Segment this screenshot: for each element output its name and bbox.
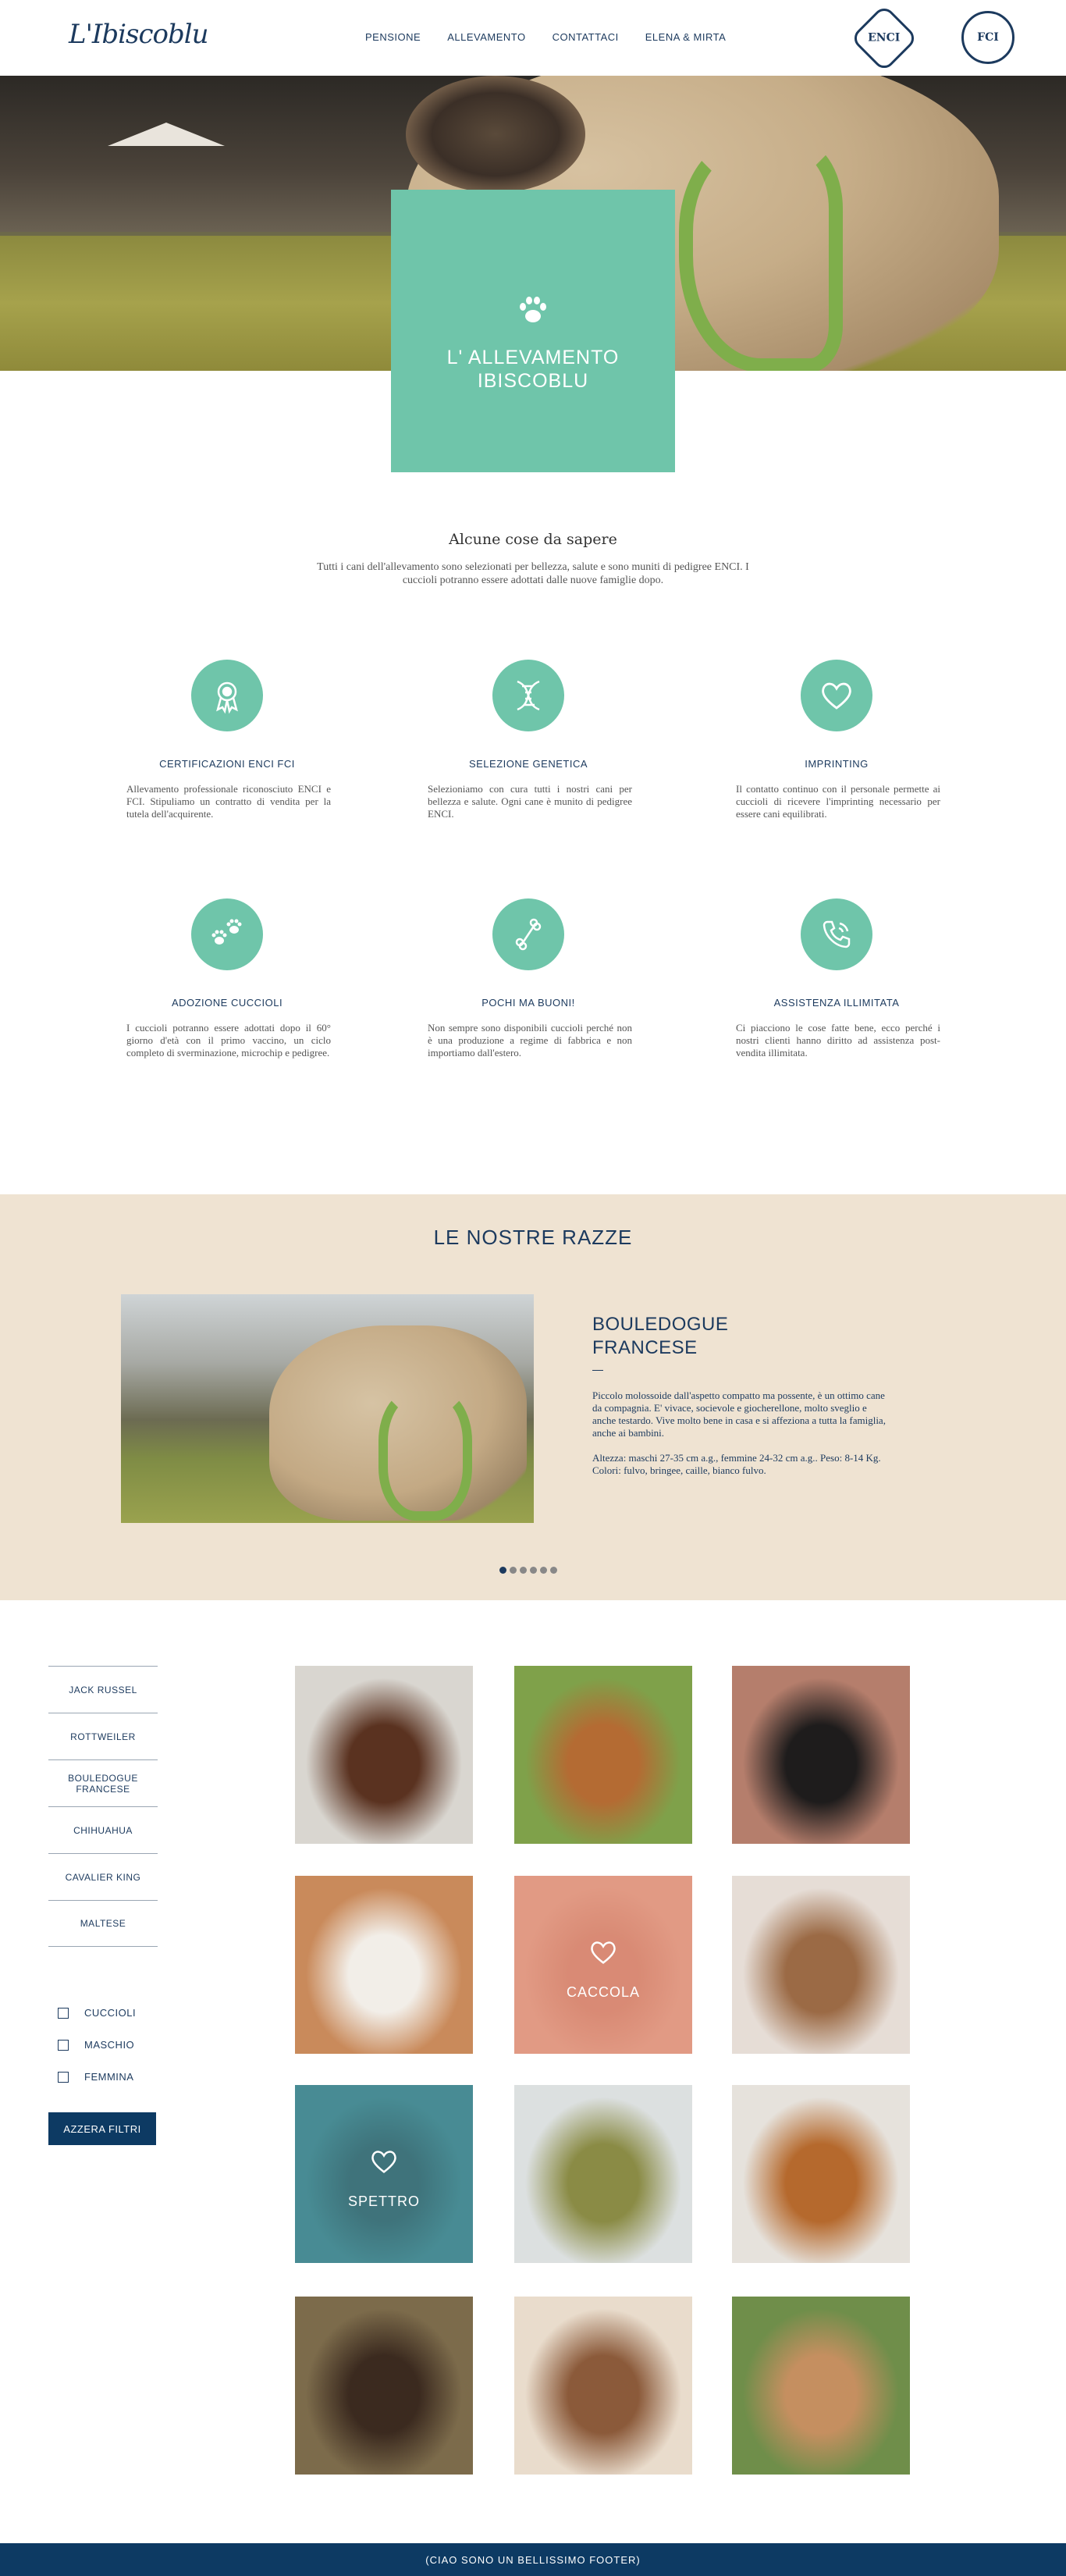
feature-title: ASSISTENZA ILLIMITATA <box>773 997 900 1009</box>
filter-cavalier-king[interactable]: CAVALIER KING <box>48 1853 158 1900</box>
nav-contattaci[interactable]: CONTATTACI <box>553 31 619 43</box>
feature-text: Non sempre sono disponibili cuccioli per… <box>428 1022 632 1059</box>
nav-allevamento[interactable]: ALLEVAMENTO <box>447 31 525 43</box>
breed-photo-harness <box>378 1388 472 1521</box>
carousel-dot[interactable] <box>540 1567 547 1574</box>
dog-card[interactable]: SPETTRO <box>295 2085 473 2263</box>
feature-title: IMPRINTING <box>805 758 869 770</box>
filter-chihuahua[interactable]: CHIHUAHUA <box>48 1806 158 1853</box>
checkbox-maschio[interactable]: MASCHIO <box>58 2029 136 2061</box>
filter-checkboxes: CUCCIOLI MASCHIO FEMMINA <box>58 1997 136 2093</box>
checkbox-label: MASCHIO <box>84 2039 135 2051</box>
enci-badge-label: ENCI <box>868 31 901 44</box>
feature-title: SELEZIONE GENETICA <box>468 758 588 770</box>
hero-title: L' ALLEVAMENTO IBISCOBLU <box>446 347 620 392</box>
feature-text: Selezioniamo con cura tutti i nostri can… <box>428 783 632 820</box>
breed-description-p1: Piccolo molossoide dall'aspetto compatto… <box>592 1389 886 1439</box>
award-icon <box>191 660 263 731</box>
feature-text: Allevamento professionale riconosciuto E… <box>126 783 331 820</box>
checkbox-cuccioli[interactable]: CUCCIOLI <box>58 1997 136 2029</box>
breed-name: BOULEDOGUE FRANCESE <box>592 1314 729 1358</box>
hero-card: L' ALLEVAMENTO IBISCOBLU <box>391 190 675 472</box>
dog-card-overlay: CACCOLA <box>514 1876 692 2054</box>
feature-title: POCHI MA BUONI! <box>481 997 575 1009</box>
feature-text: Ci piacciono le cose fatte bene, ecco pe… <box>736 1022 940 1059</box>
checkbox-femmina[interactable]: FEMMINA <box>58 2061 136 2093</box>
hero-dog-harness <box>679 138 843 371</box>
main-nav: PENSIONE ALLEVAMENTO CONTATTACI ELENA & … <box>365 31 752 43</box>
dog-card[interactable] <box>732 2297 910 2475</box>
filter-label: BOULEDOGUE FRANCESE <box>68 1772 138 1795</box>
paw-icon <box>516 293 550 335</box>
filter-jack-russel[interactable]: JACK RUSSEL <box>48 1666 158 1713</box>
checkbox[interactable] <box>58 2071 69 2083</box>
paws-icon <box>191 898 263 970</box>
heart-icon[interactable] <box>368 2146 400 2183</box>
checkbox-label: FEMMINA <box>84 2071 134 2083</box>
fci-badge-icon: FCI <box>961 11 1014 64</box>
header: L'Ibiscoblu PENSIONE ALLEVAMENTO CONTATT… <box>0 0 1066 76</box>
phone-icon <box>801 898 872 970</box>
dna-icon <box>492 660 564 731</box>
breed-divider <box>592 1370 603 1371</box>
checkbox-label: CUCCIOLI <box>84 2007 137 2019</box>
dog-card[interactable] <box>514 2085 692 2263</box>
dog-card[interactable]: CACCOLA <box>514 1876 692 2054</box>
breed-description-p2: Altezza: maschi 27-35 cm a.g., femmine 2… <box>592 1452 881 1476</box>
nav-elena-mirta[interactable]: ELENA & MIRTA <box>645 31 727 43</box>
intro-title: Alcune cose da sapere <box>449 531 617 548</box>
breed-photo <box>121 1294 534 1523</box>
fci-badge-label: FCI <box>977 31 999 44</box>
filter-maltese[interactable]: MALTESE <box>48 1900 158 1947</box>
feature-title: CERTIFICAZIONI ENCI FCI <box>159 758 295 770</box>
breed-filter-list: JACK RUSSEL ROTTWEILER BOULEDOGUE FRANCE… <box>48 1666 158 1947</box>
carousel-dots <box>499 1567 557 1574</box>
bone-icon <box>492 898 564 970</box>
footer: (CIAO SONO UN BELLISSIMO FOOTER) <box>0 2543 1066 2576</box>
breeds-section-title: LE NOSTRE RAZZE <box>433 1226 633 1249</box>
nav-pensione[interactable]: PENSIONE <box>365 31 421 43</box>
heart-icon[interactable] <box>588 1937 619 1973</box>
dog-card-overlay: SPETTRO <box>295 2085 473 2263</box>
feature-text: Il contatto continuo con il personale pe… <box>736 783 940 820</box>
dog-name: SPETTRO <box>347 2194 420 2209</box>
carousel-dot[interactable] <box>499 1567 506 1574</box>
dog-card[interactable] <box>732 1876 910 2054</box>
carousel-dot[interactable] <box>550 1567 557 1574</box>
feature-text: I cuccioli potranno essere adottati dopo… <box>126 1022 331 1059</box>
carousel-dot[interactable] <box>520 1567 527 1574</box>
dog-card[interactable] <box>732 2085 910 2263</box>
dog-card[interactable] <box>295 1666 473 1844</box>
dog-card[interactable] <box>295 1876 473 2054</box>
heart-icon <box>801 660 872 731</box>
breeds-section: LE NOSTRE RAZZE BOULEDOGUE FRANCESE Picc… <box>0 1194 1066 1600</box>
dog-card[interactable] <box>514 1666 692 1844</box>
dog-card[interactable] <box>514 2297 692 2475</box>
site-logo[interactable]: L'Ibiscoblu <box>69 19 208 50</box>
carousel-dot[interactable] <box>530 1567 537 1574</box>
carousel-dot[interactable] <box>510 1567 517 1574</box>
dog-name: CACCOLA <box>566 1984 641 2000</box>
reset-filters-button[interactable]: AZZERA FILTRI <box>48 2112 156 2145</box>
feature-title: ADOZIONE CUCCIOLI <box>171 997 283 1009</box>
filter-bouledogue-francese[interactable]: BOULEDOGUE FRANCESE <box>48 1759 158 1806</box>
dog-card[interactable] <box>295 2297 473 2475</box>
filter-rottweiler[interactable]: ROTTWEILER <box>48 1713 158 1759</box>
breed-description: Piccolo molossoide dall'aspetto compatto… <box>592 1389 889 1489</box>
intro-text: Tutti i cani dell'allevamento sono selez… <box>317 561 749 586</box>
dog-card[interactable] <box>732 1666 910 1844</box>
checkbox[interactable] <box>58 2007 69 2019</box>
hero-dog-face <box>406 76 585 193</box>
checkbox[interactable] <box>58 2039 69 2051</box>
enci-badge-icon: ENCI <box>850 4 919 73</box>
